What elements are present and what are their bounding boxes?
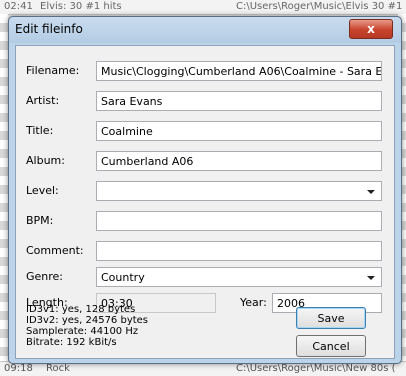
album-label: Album:	[26, 154, 65, 167]
comment-label: Comment:	[26, 244, 84, 257]
title-label: Title:	[26, 124, 54, 137]
artist-field[interactable]: Sara Evans	[96, 91, 382, 111]
bg-top-path: C:\Users\Roger\Music\Elvis 30 #1	[236, 1, 403, 12]
filename-field[interactable]: Music\Clogging\Cumberland A06\Coalmine -…	[96, 61, 382, 81]
bg-left-stripe	[0, 14, 8, 362]
bpm-field[interactable]	[96, 211, 382, 231]
edit-fileinfo-dialog: Edit fileinfo x Filename: Music\Clogging…	[8, 16, 402, 364]
level-dropdown[interactable]	[96, 181, 382, 201]
dialog-title: Edit fileinfo	[15, 22, 83, 36]
comment-field[interactable]	[96, 241, 382, 261]
dialog-body: Filename: Music\Clogging\Cumberland A06\…	[15, 45, 395, 359]
year-label: Year:	[240, 296, 267, 309]
genre-label: Genre:	[26, 270, 64, 283]
bpm-label: BPM:	[26, 214, 54, 227]
id3v1-info: ID3v1: yes, 128 bytes	[26, 304, 136, 315]
background-row-top: 02:41 Elvis: 30 #1 hits C:\Users\Roger\M…	[0, 0, 406, 15]
genre-dropdown[interactable]: Country	[96, 267, 382, 287]
bg-bottom-genre: Rock	[46, 363, 70, 374]
save-button[interactable]: Save	[296, 307, 366, 329]
dialog-titlebar[interactable]: Edit fileinfo x	[9, 17, 401, 43]
close-button[interactable]: x	[349, 19, 393, 39]
filename-label: Filename:	[26, 64, 80, 77]
artist-label: Artist:	[26, 94, 60, 107]
file-info-block: ID3v1: yes, 128 bytes ID3v2: yes, 24576 …	[26, 304, 148, 348]
id3v2-info: ID3v2: yes, 24576 bytes	[26, 315, 149, 326]
bg-bottom-time: 09:18	[4, 363, 33, 374]
album-field[interactable]: Cumberland A06	[96, 151, 382, 171]
bg-top-time: 02:41	[4, 1, 33, 12]
bitrate-info: Bitrate: 192 kBit/s	[26, 337, 117, 348]
samplerate-info: Samplerate: 44100 Hz	[26, 326, 139, 337]
level-label: Level:	[26, 184, 59, 197]
bg-bottom-path: C:\Users\Roger\Music\New 80s (	[236, 363, 396, 374]
cancel-button[interactable]: Cancel	[296, 335, 366, 357]
title-field[interactable]: Coalmine	[96, 121, 382, 141]
bg-top-artist: Elvis: 30 #1 hits	[40, 1, 122, 12]
